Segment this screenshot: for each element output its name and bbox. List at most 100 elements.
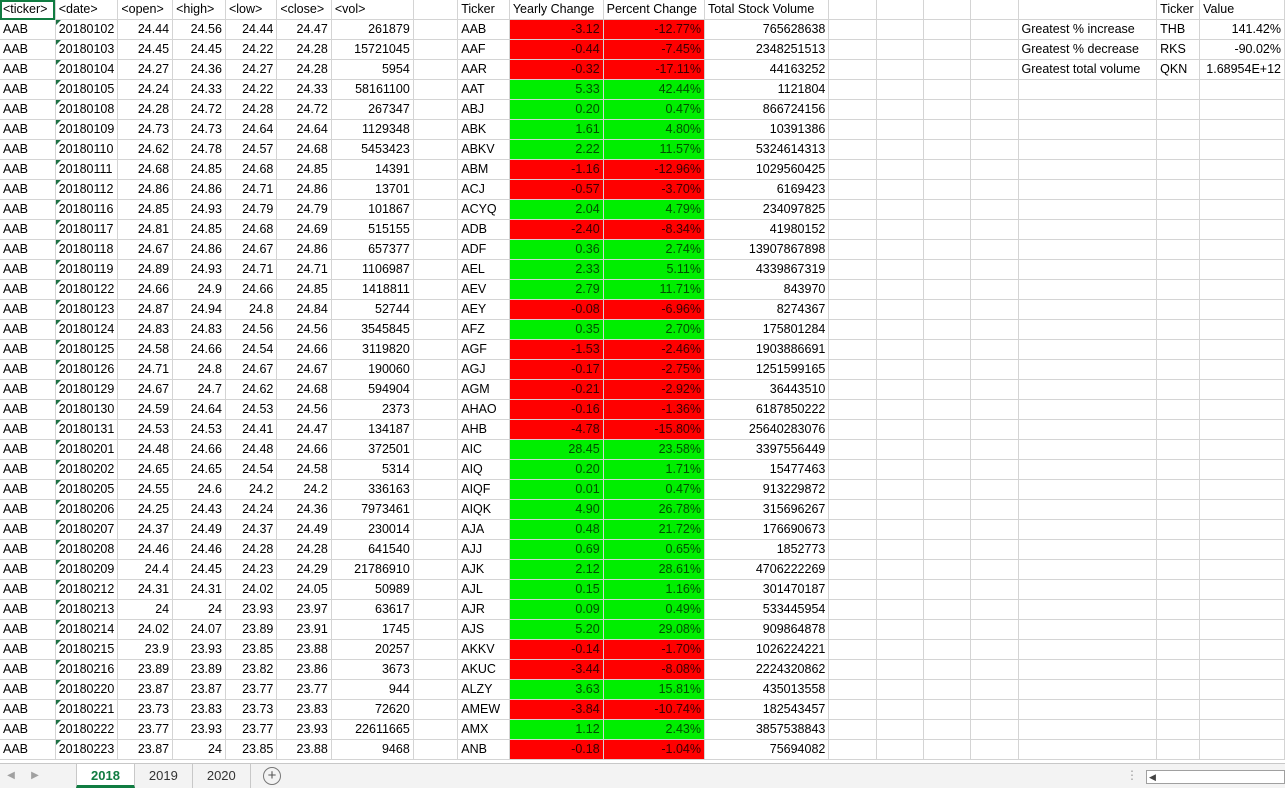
empty-cell[interactable] bbox=[828, 719, 877, 740]
value-cell[interactable]: 24.85 bbox=[172, 159, 226, 180]
date-cell[interactable]: 20180105 bbox=[55, 79, 119, 100]
yearly-change-cell[interactable]: 5.33 bbox=[509, 79, 604, 100]
date-cell[interactable]: 20180222 bbox=[55, 719, 119, 740]
value-cell[interactable]: 24 bbox=[172, 599, 226, 620]
value-cell[interactable]: 15721045 bbox=[331, 39, 414, 60]
yearly-change-cell[interactable]: -4.78 bbox=[509, 419, 604, 440]
summary-ticker-cell[interactable]: AMX bbox=[457, 719, 510, 740]
total-volume-cell[interactable]: 182543457 bbox=[704, 699, 830, 720]
percent-change-cell[interactable]: 28.61% bbox=[603, 559, 705, 580]
scroll-right-icon[interactable]: ▶ bbox=[28, 769, 42, 783]
empty-cell[interactable] bbox=[828, 199, 877, 220]
value-cell[interactable]: 24.54 bbox=[225, 459, 278, 480]
empty-cell[interactable] bbox=[1018, 459, 1158, 480]
yearly-change-cell[interactable]: -3.44 bbox=[509, 659, 604, 680]
empty-cell[interactable] bbox=[1156, 559, 1201, 580]
value-cell[interactable]: 24.79 bbox=[225, 199, 278, 220]
empty-cell[interactable] bbox=[828, 219, 877, 240]
value-cell[interactable]: 24 bbox=[117, 599, 174, 620]
value-cell[interactable]: 24.66 bbox=[117, 279, 174, 300]
ticker-cell[interactable]: AAB bbox=[0, 339, 56, 360]
empty-cell[interactable] bbox=[970, 439, 1019, 460]
empty-cell[interactable] bbox=[413, 119, 459, 140]
empty-cell[interactable] bbox=[1199, 99, 1285, 120]
empty-cell[interactable] bbox=[1018, 419, 1158, 440]
greatest-label-cell[interactable]: Greatest % increase bbox=[1018, 19, 1158, 40]
total-volume-cell[interactable]: 1903886691 bbox=[704, 339, 830, 360]
empty-cell[interactable] bbox=[923, 79, 972, 100]
value-cell[interactable]: 14391 bbox=[331, 159, 414, 180]
empty-cell[interactable] bbox=[828, 519, 877, 540]
empty-cell[interactable] bbox=[413, 319, 459, 340]
empty-cell[interactable] bbox=[828, 319, 877, 340]
empty-cell[interactable] bbox=[876, 59, 924, 80]
empty-cell[interactable] bbox=[1199, 439, 1285, 460]
summary-ticker-cell[interactable]: AIQK bbox=[457, 499, 510, 520]
empty-cell[interactable] bbox=[1156, 579, 1201, 600]
value-cell[interactable]: 24.31 bbox=[117, 579, 174, 600]
summary-ticker-cell[interactable]: AJL bbox=[457, 579, 510, 600]
empty-cell[interactable] bbox=[923, 159, 972, 180]
value-cell[interactable]: 24.67 bbox=[276, 359, 332, 380]
empty-cell[interactable] bbox=[876, 139, 924, 160]
column-header-cell[interactable]: Ticker bbox=[1156, 0, 1201, 20]
total-volume-cell[interactable]: 2348251513 bbox=[704, 39, 830, 60]
empty-cell[interactable] bbox=[828, 99, 877, 120]
value-cell[interactable]: 261879 bbox=[331, 19, 414, 40]
ticker-cell[interactable]: AAB bbox=[0, 479, 56, 500]
column-header-cell[interactable]: Total Stock Volume bbox=[704, 0, 830, 20]
empty-cell[interactable] bbox=[828, 579, 877, 600]
empty-cell[interactable] bbox=[1199, 339, 1285, 360]
empty-cell[interactable] bbox=[1156, 79, 1201, 100]
summary-ticker-cell[interactable]: AKUC bbox=[457, 659, 510, 680]
value-cell[interactable]: 24.2 bbox=[276, 479, 332, 500]
empty-cell[interactable] bbox=[876, 679, 924, 700]
value-cell[interactable]: 9468 bbox=[331, 739, 414, 760]
total-volume-cell[interactable]: 10391386 bbox=[704, 119, 830, 140]
value-cell[interactable]: 24.86 bbox=[172, 239, 226, 260]
summary-ticker-cell[interactable]: AIC bbox=[457, 439, 510, 460]
summary-ticker-cell[interactable]: ADF bbox=[457, 239, 510, 260]
empty-cell[interactable] bbox=[828, 439, 877, 460]
empty-cell[interactable] bbox=[876, 219, 924, 240]
value-cell[interactable]: 24.71 bbox=[117, 359, 174, 380]
date-cell[interactable]: 20180102 bbox=[55, 19, 119, 40]
summary-ticker-cell[interactable]: ABKV bbox=[457, 139, 510, 160]
column-header-cell[interactable] bbox=[1018, 0, 1158, 20]
value-cell[interactable]: 24.85 bbox=[276, 279, 332, 300]
percent-change-cell[interactable]: 0.47% bbox=[603, 99, 705, 120]
column-header-cell[interactable]: <close> bbox=[276, 0, 332, 20]
empty-cell[interactable] bbox=[1156, 339, 1201, 360]
empty-cell[interactable] bbox=[1018, 579, 1158, 600]
value-cell[interactable]: 23.77 bbox=[117, 719, 174, 740]
empty-cell[interactable] bbox=[923, 559, 972, 580]
value-cell[interactable]: 23.82 bbox=[225, 659, 278, 680]
empty-cell[interactable] bbox=[923, 399, 972, 420]
empty-cell[interactable] bbox=[1199, 79, 1285, 100]
value-cell[interactable]: 24.85 bbox=[172, 219, 226, 240]
empty-cell[interactable] bbox=[1018, 319, 1158, 340]
empty-cell[interactable] bbox=[1199, 119, 1285, 140]
value-cell[interactable]: 3673 bbox=[331, 659, 414, 680]
date-cell[interactable]: 20180116 bbox=[55, 199, 119, 220]
date-cell[interactable]: 20180123 bbox=[55, 299, 119, 320]
empty-cell[interactable] bbox=[413, 699, 459, 720]
value-cell[interactable]: 24.28 bbox=[225, 539, 278, 560]
empty-cell[interactable] bbox=[923, 279, 972, 300]
date-cell[interactable]: 20180124 bbox=[55, 319, 119, 340]
empty-cell[interactable] bbox=[413, 239, 459, 260]
empty-cell[interactable] bbox=[828, 79, 877, 100]
empty-cell[interactable] bbox=[828, 159, 877, 180]
summary-ticker-cell[interactable]: ADB bbox=[457, 219, 510, 240]
empty-cell[interactable] bbox=[1199, 379, 1285, 400]
total-volume-cell[interactable]: 913229872 bbox=[704, 479, 830, 500]
greatest-ticker-cell[interactable]: THB bbox=[1156, 19, 1201, 40]
empty-cell[interactable] bbox=[876, 359, 924, 380]
date-cell[interactable]: 20180207 bbox=[55, 519, 119, 540]
empty-cell[interactable] bbox=[828, 279, 877, 300]
empty-cell[interactable] bbox=[413, 59, 459, 80]
ticker-cell[interactable]: AAB bbox=[0, 259, 56, 280]
date-cell[interactable]: 20180119 bbox=[55, 259, 119, 280]
empty-cell[interactable] bbox=[923, 39, 972, 60]
empty-cell[interactable] bbox=[970, 699, 1019, 720]
